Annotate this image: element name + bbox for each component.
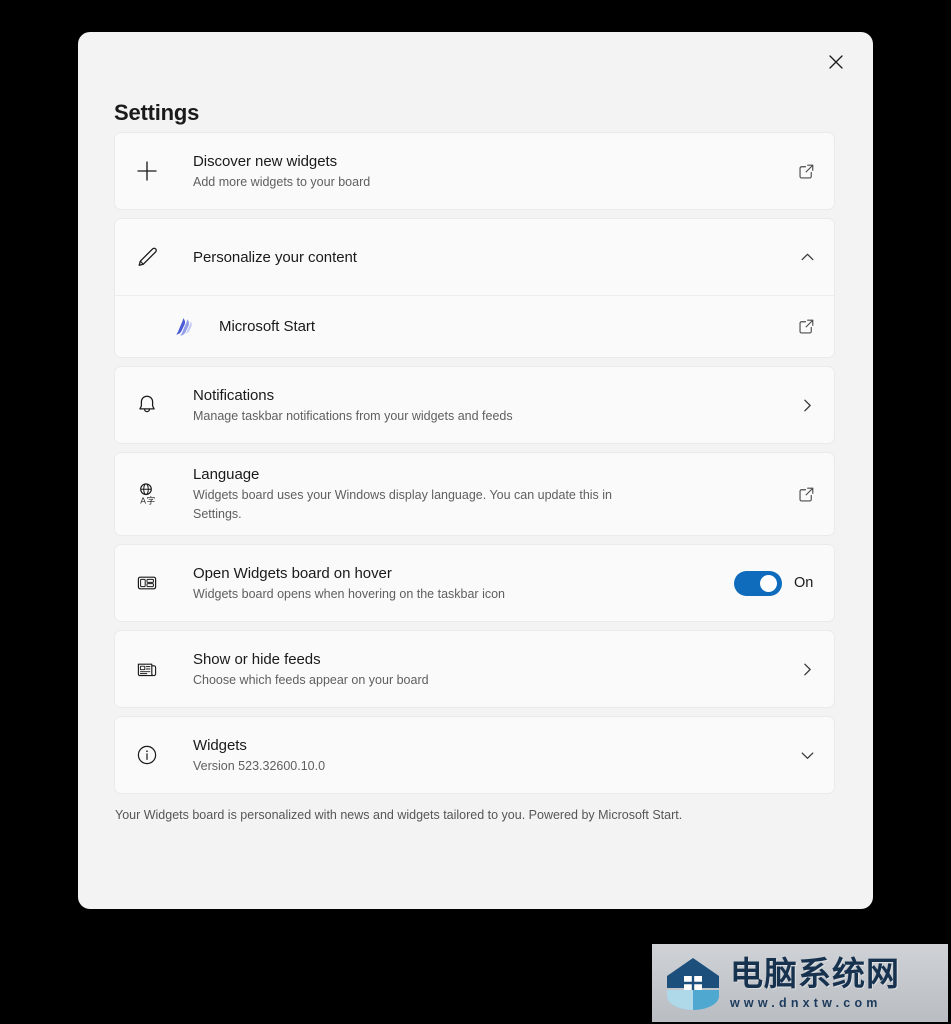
row-text: Open Widgets board on hover Widgets boar… [175,563,734,604]
external-link-icon [799,487,814,502]
chevron-up-icon [801,253,814,260]
row-subtitle: Add more widgets to your board [193,174,371,189]
row-text: Widgets Version 523.32600.10.0 [175,735,788,776]
watermark-url: www.dnxtw.com [730,996,882,1010]
settings-row-widgets-version[interactable]: Widgets Version 523.32600.10.0 [115,717,834,793]
row-subtitle: Version 523.32600.10.0 [193,758,326,773]
settings-row-discover-new-widgets[interactable]: Discover new widgets Add more widgets to… [115,133,834,209]
row-text: Discover new widgets Add more widgets to… [175,151,788,192]
settings-group-discover: Discover new widgets Add more widgets to… [114,132,835,210]
settings-group-personalize: Personalize your content Microsoft Start [114,218,835,358]
row-text: Microsoft Start [207,316,788,337]
board-layout-icon [135,571,175,595]
chevron-right-icon [804,663,811,675]
settings-group-widgets-version: Widgets Version 523.32600.10.0 [114,716,835,794]
settings-row-microsoft-start[interactable]: Microsoft Start [115,295,834,357]
settings-group-open-on-hover: Open Widgets board on hover Widgets boar… [114,544,835,622]
watermark-text: 电脑系统网 www.dnxtw.com [724,955,940,1011]
row-text: Show or hide feeds Choose which feeds ap… [175,649,788,690]
row-title: Personalize your content [193,248,357,266]
language-globe-icon: A 字 [135,481,175,507]
settings-group-feeds: Show or hide feeds Choose which feeds ap… [114,630,835,708]
chevron-down-icon [801,751,814,759]
feed-icon [135,657,175,681]
info-circle-icon [135,743,175,767]
watermark: 电脑系统网 www.dnxtw.com [652,944,948,1022]
external-link-icon [799,164,814,179]
open-on-hover-toggle[interactable] [734,570,782,596]
close-icon [829,55,843,69]
row-subtitle: Manage taskbar notifications from your w… [193,408,513,423]
settings-group-notifications: Notifications Manage taskbar notificatio… [114,366,835,444]
plus-icon [135,159,175,183]
toggle-knob [760,574,777,592]
page-title: Settings [114,100,200,125]
settings-dialog: Settings Discover new widgets Add more w… [78,32,873,909]
watermark-house-logo-icon [662,952,724,1014]
settings-row-language[interactable]: A 字 Language Widgets board uses your Win… [115,453,834,535]
row-action[interactable]: On [734,570,816,596]
row-text: Personalize your content [175,247,788,268]
row-subtitle: Widgets board opens when hovering on the… [193,586,505,601]
row-title: Notifications [193,386,275,404]
row-text: Language Widgets board uses your Windows… [175,464,788,524]
row-action[interactable] [788,397,816,414]
toggle-state-label: On [794,575,814,591]
row-title: Discover new widgets [193,152,338,170]
row-action[interactable] [788,485,816,504]
pencil-icon [135,245,175,269]
microsoft-start-icon [173,316,207,337]
chevron-right-icon [804,399,811,411]
settings-row-open-widgets-board-on-hover[interactable]: Open Widgets board on hover Widgets boar… [115,545,834,621]
watermark-title: 电脑系统网 [730,955,900,992]
row-title: Widgets [193,736,247,754]
settings-row-notifications[interactable]: Notifications Manage taskbar notificatio… [115,367,834,443]
row-title: Open Widgets board on hover [193,564,392,582]
bell-icon [135,393,175,417]
row-subtitle: Choose which feeds appear on your board [193,672,429,687]
row-action[interactable] [788,162,816,181]
settings-group-language: A 字 Language Widgets board uses your Win… [114,452,835,536]
row-action[interactable] [788,747,816,764]
svg-text:字: 字 [147,495,156,507]
row-title: Microsoft Start [219,318,315,335]
row-action[interactable] [788,661,816,678]
row-subtitle: Widgets board uses your Windows display … [193,488,613,521]
svg-text:A: A [140,495,146,505]
close-button[interactable] [814,44,858,80]
row-action[interactable] [788,249,816,266]
row-text: Notifications Manage taskbar notificatio… [175,385,788,426]
settings-list: Discover new widgets Add more widgets to… [114,132,835,824]
settings-row-personalize-your-content[interactable]: Personalize your content [115,219,834,295]
row-title: Show or hide feeds [193,650,321,668]
footer-note: Your Widgets board is personalized with … [115,808,683,822]
external-link-icon [799,319,814,334]
row-title: Language [193,466,260,483]
row-action[interactable] [788,317,816,336]
settings-row-show-or-hide-feeds[interactable]: Show or hide feeds Choose which feeds ap… [115,631,834,707]
